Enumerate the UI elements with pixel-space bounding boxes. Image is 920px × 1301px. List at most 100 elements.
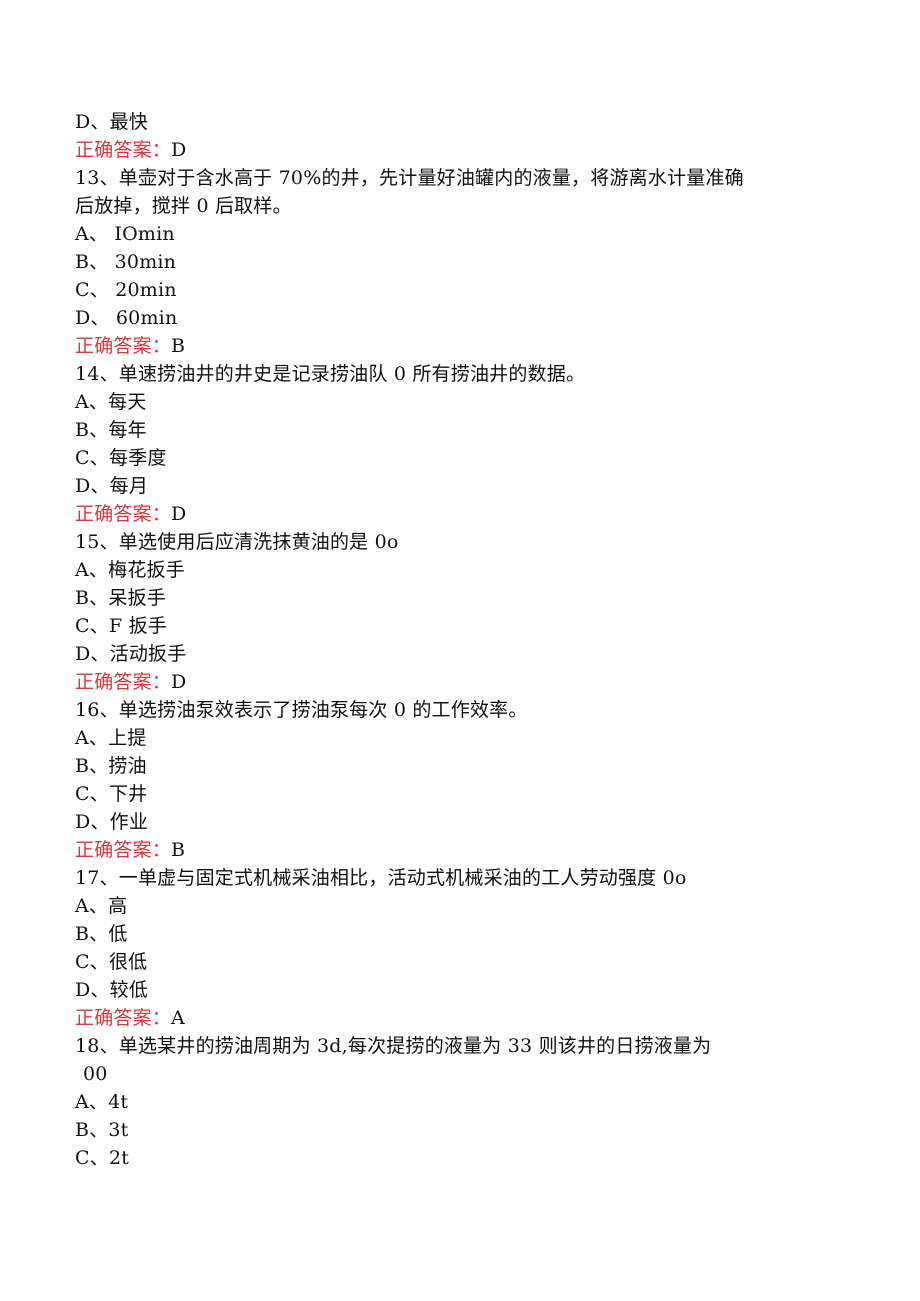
question-12-tail: D、最快 正确答案：D: [75, 108, 815, 164]
option-key: B、: [75, 251, 109, 273]
option-c: C、每季度: [75, 444, 815, 472]
option-key: C、: [75, 447, 109, 469]
question-text: 单选捞油泵效表示了捞油泵每次 0 的工作效率。: [118, 699, 528, 721]
option-d: D、 60min: [75, 304, 815, 332]
question-number: 15、: [75, 531, 119, 553]
option-b: B、 30min: [75, 248, 815, 276]
option-b: B、低: [75, 920, 815, 948]
option-key: D、: [75, 811, 110, 833]
question-stem: 14、单速捞油井的井史是记录捞油队 0 所有捞油井的数据。: [75, 360, 815, 388]
option-d: D、最快: [75, 108, 815, 136]
option-a: A、梅花扳手: [75, 556, 815, 584]
question-stem: 13、单壶对于含水高于 70%的井，先计量好油罐内的液量，将游离水计量准确: [75, 164, 815, 192]
option-key: C、: [75, 783, 109, 805]
option-b: B、呆扳手: [75, 584, 815, 612]
option-key: B、: [75, 419, 109, 441]
option-key: B、: [75, 755, 109, 777]
question-number: 13、: [75, 167, 119, 189]
option-text: 低: [108, 923, 128, 945]
answer-label: 正确答案：: [75, 139, 172, 161]
option-text: 呆扳手: [108, 587, 166, 609]
question-text: 单壶对于含水高于 70%的井，先计量好油罐内的液量，将游离水计量准确: [118, 167, 744, 189]
question-text: 一单虚与固定式机械采油相比，活动式机械采油的工人劳动强度 0o: [118, 867, 687, 889]
option-text: 最快: [109, 111, 149, 133]
question-15: 15、单选使用后应清洗抹黄油的是 0o A、梅花扳手 B、呆扳手 C、F 扳手 …: [75, 528, 815, 696]
option-text: 60min: [109, 307, 178, 329]
option-text: 梅花扳手: [108, 559, 185, 581]
option-text: 3t: [108, 1119, 129, 1141]
option-key: D、: [75, 979, 110, 1001]
question-stem-continued: 00: [75, 1060, 815, 1088]
question-number: 17、: [75, 867, 119, 889]
option-text: 每季度: [108, 447, 167, 469]
correct-answer: 正确答案：B: [75, 836, 815, 864]
question-stem: 17、一单虚与固定式机械采油相比，活动式机械采油的工人劳动强度 0o: [75, 864, 815, 892]
option-key: B、: [75, 587, 109, 609]
option-d: D、较低: [75, 976, 815, 1004]
answer-label: 正确答案：: [75, 1007, 172, 1029]
question-number: 18、: [75, 1035, 119, 1057]
option-text: 下井: [108, 783, 148, 805]
option-text: 高: [108, 895, 128, 917]
option-c: C、2t: [75, 1144, 815, 1172]
question-text: 单选使用后应清洗抹黄油的是 0o: [118, 531, 399, 553]
option-b: B、每年: [75, 416, 815, 444]
option-text: 20min: [108, 279, 177, 301]
question-16: 16、单选捞油泵效表示了捞油泵每次 0 的工作效率。 A、上提 B、捞油 C、下…: [75, 696, 815, 864]
option-d: D、每月: [75, 472, 815, 500]
correct-answer: 正确答案：D: [75, 668, 815, 696]
option-key: A、: [75, 1091, 109, 1113]
correct-answer: 正确答案：B: [75, 332, 815, 360]
option-c: C、下井: [75, 780, 815, 808]
question-stem-continued: 后放掉，搅拌 0 后取样。: [75, 192, 815, 220]
option-a: A、每天: [75, 388, 815, 416]
answer-value: D: [171, 503, 187, 525]
answer-value: D: [171, 671, 187, 693]
option-c: C、 20min: [75, 276, 815, 304]
option-key: A、: [75, 223, 109, 245]
option-key: B、: [75, 923, 109, 945]
question-number: 16、: [75, 699, 119, 721]
question-text: 00: [83, 1063, 108, 1085]
answer-value: D: [171, 139, 187, 161]
question-14: 14、单速捞油井的井史是记录捞油队 0 所有捞油井的数据。 A、每天 B、每年 …: [75, 360, 815, 528]
option-key: A、: [75, 391, 109, 413]
question-13: 13、单壶对于含水高于 70%的井，先计量好油罐内的液量，将游离水计量准确 后放…: [75, 164, 815, 360]
question-text: 单速捞油井的井史是记录捞油队 0 所有捞油井的数据。: [118, 363, 586, 385]
option-text: 活动扳手: [109, 643, 187, 665]
answer-label: 正确答案：: [75, 671, 172, 693]
answer-label: 正确答案：: [75, 335, 172, 357]
option-b: B、3t: [75, 1116, 815, 1144]
option-key: C、: [75, 615, 109, 637]
question-17: 17、一单虚与固定式机械采油相比，活动式机械采油的工人劳动强度 0o A、高 B…: [75, 864, 815, 1032]
option-text: 30min: [108, 251, 177, 273]
question-text: 后放掉，搅拌 0 后取样。: [75, 195, 292, 217]
question-18: 18、单选某井的捞油周期为 3d,每次提捞的液量为 33 则该井的日捞液量为 0…: [75, 1032, 815, 1172]
correct-answer: 正确答案：A: [75, 1004, 815, 1032]
option-text: IOmin: [108, 223, 175, 245]
option-text: 上提: [108, 727, 147, 749]
option-text: 4t: [108, 1091, 129, 1113]
option-key: A、: [75, 559, 109, 581]
option-d: D、作业: [75, 808, 815, 836]
option-text: F 扳手: [108, 615, 167, 637]
answer-value: B: [171, 335, 186, 357]
option-a: A、4t: [75, 1088, 815, 1116]
option-text: 每天: [108, 391, 147, 413]
question-stem: 18、单选某井的捞油周期为 3d,每次提捞的液量为 33 则该井的日捞液量为: [75, 1032, 815, 1060]
option-key: D、: [75, 475, 110, 497]
option-key: B、: [75, 1119, 109, 1141]
option-key: C、: [75, 951, 109, 973]
option-text: 每年: [108, 419, 147, 441]
option-key: C、: [75, 1147, 109, 1169]
option-b: B、捞油: [75, 752, 815, 780]
option-text: 很低: [108, 951, 148, 973]
question-stem: 15、单选使用后应清洗抹黄油的是 0o: [75, 528, 815, 556]
option-a: A、 IOmin: [75, 220, 815, 248]
option-key: C、: [75, 279, 109, 301]
option-a: A、上提: [75, 724, 815, 752]
option-text: 捞油: [108, 755, 147, 777]
question-text: 单选某井的捞油周期为 3d,每次提捞的液量为 33 则该井的日捞液量为: [118, 1035, 712, 1057]
option-key: A、: [75, 727, 109, 749]
document-page: D、最快 正确答案：D 13、单壶对于含水高于 70%的井，先计量好油罐内的液量…: [75, 108, 815, 1172]
